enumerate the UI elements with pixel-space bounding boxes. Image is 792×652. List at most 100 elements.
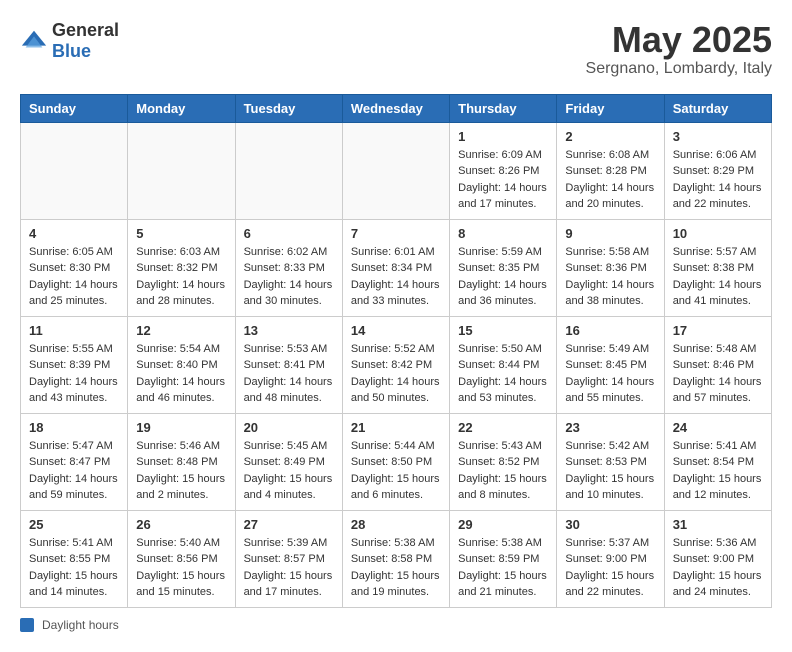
calendar-title: May 2025 (586, 20, 772, 60)
calendar-cell: 19 Sunrise: 5:46 AMSunset: 8:48 PMDayligh… (128, 413, 235, 510)
calendar-cell: 24 Sunrise: 5:41 AMSunset: 8:54 PMDayligh… (664, 413, 771, 510)
day-number: 27 (244, 517, 334, 532)
day-info: Sunrise: 6:05 AMSunset: 8:30 PMDaylight:… (29, 244, 119, 310)
day-number: 8 (458, 226, 548, 241)
day-number: 28 (351, 517, 441, 532)
calendar-cell: 22 Sunrise: 5:43 AMSunset: 8:52 PMDayligh… (450, 413, 557, 510)
calendar-location: Sergnano, Lombardy, Italy (586, 60, 772, 78)
calendar-cell: 5Sunrise: 6:03 AMSunset: 8:32 PMDaylight… (128, 219, 235, 316)
calendar-cell: 13 Sunrise: 5:53 AMSunset: 8:41 PMDayligh… (235, 316, 342, 413)
day-number: 7 (351, 226, 441, 241)
calendar-week-1: 1Sunrise: 6:09 AMSunset: 8:26 PMDaylight… (21, 122, 772, 219)
day-number: 3 (673, 129, 763, 144)
day-info: Sunrise: 5:50 AMSunset: 8:44 PMDaylight:… (458, 341, 548, 407)
day-info: Sunrise: 6:08 AMSunset: 8:28 PMDaylight:… (565, 147, 655, 213)
day-number: 29 (458, 517, 548, 532)
calendar-cell (128, 122, 235, 219)
day-info: Sunrise: 5:46 AMSunset: 8:48 PMDaylight:… (136, 438, 226, 504)
calendar-cell: 17 Sunrise: 5:48 AMSunset: 8:46 PMDayligh… (664, 316, 771, 413)
day-number: 11 (29, 323, 119, 338)
page-header: General Blue May 2025 Sergnano, Lombardy… (20, 20, 772, 78)
day-info: Sunrise: 5:43 AMSunset: 8:52 PMDaylight:… (458, 438, 548, 504)
calendar-week-2: 4Sunrise: 6:05 AMSunset: 8:30 PMDaylight… (21, 219, 772, 316)
calendar-cell: 10 Sunrise: 5:57 AMSunset: 8:38 PMDayligh… (664, 219, 771, 316)
weekday-header-monday: Monday (128, 94, 235, 122)
footer-label: Daylight hours (42, 618, 119, 632)
day-number: 9 (565, 226, 655, 241)
calendar-cell (235, 122, 342, 219)
day-number: 18 (29, 420, 119, 435)
day-info: Sunrise: 5:37 AMSunset: 9:00 PMDaylight:… (565, 535, 655, 601)
day-number: 22 (458, 420, 548, 435)
calendar-cell: 23 Sunrise: 5:42 AMSunset: 8:53 PMDayligh… (557, 413, 664, 510)
day-info: Sunrise: 5:57 AMSunset: 8:38 PMDaylight:… (673, 244, 763, 310)
calendar-cell: 16 Sunrise: 5:49 AMSunset: 8:45 PMDayligh… (557, 316, 664, 413)
day-number: 24 (673, 420, 763, 435)
day-info: Sunrise: 6:02 AMSunset: 8:33 PMDaylight:… (244, 244, 334, 310)
calendar-cell: 2 Sunrise: 6:08 AMSunset: 8:28 PMDaylight… (557, 122, 664, 219)
logo-blue: Blue (52, 41, 91, 61)
calendar-cell: 11 Sunrise: 5:55 AMSunset: 8:39 PMDayligh… (21, 316, 128, 413)
calendar-cell: 1Sunrise: 6:09 AMSunset: 8:26 PMDaylight… (450, 122, 557, 219)
day-number: 25 (29, 517, 119, 532)
calendar-cell: 21 Sunrise: 5:44 AMSunset: 8:50 PMDayligh… (342, 413, 449, 510)
calendar-cell: 12Sunrise: 5:54 AMSunset: 8:40 PMDayligh… (128, 316, 235, 413)
day-number: 21 (351, 420, 441, 435)
day-number: 14 (351, 323, 441, 338)
day-number: 13 (244, 323, 334, 338)
calendar-cell (342, 122, 449, 219)
weekday-header-thursday: Thursday (450, 94, 557, 122)
logo: General Blue (20, 20, 119, 62)
calendar-cell: 3Sunrise: 6:06 AMSunset: 8:29 PMDaylight… (664, 122, 771, 219)
day-info: Sunrise: 5:55 AMSunset: 8:39 PMDaylight:… (29, 341, 119, 407)
day-info: Sunrise: 5:38 AMSunset: 8:59 PMDaylight:… (458, 535, 548, 601)
day-number: 16 (565, 323, 655, 338)
calendar-cell: 30Sunrise: 5:37 AMSunset: 9:00 PMDayligh… (557, 510, 664, 607)
logo-general: General (52, 20, 119, 40)
logo-text: General Blue (52, 20, 119, 62)
day-number: 15 (458, 323, 548, 338)
day-number: 2 (565, 129, 655, 144)
calendar-cell: 14Sunrise: 5:52 AMSunset: 8:42 PMDayligh… (342, 316, 449, 413)
logo-icon (20, 27, 48, 55)
calendar-week-3: 11 Sunrise: 5:55 AMSunset: 8:39 PMDayligh… (21, 316, 772, 413)
day-info: Sunrise: 5:41 AMSunset: 8:54 PMDaylight:… (673, 438, 763, 504)
day-number: 26 (136, 517, 226, 532)
calendar-cell: 28 Sunrise: 5:38 AMSunset: 8:58 PMDayligh… (342, 510, 449, 607)
weekday-header-saturday: Saturday (664, 94, 771, 122)
calendar-cell: 15 Sunrise: 5:50 AMSunset: 8:44 PMDayligh… (450, 316, 557, 413)
day-info: Sunrise: 5:36 AMSunset: 9:00 PMDaylight:… (673, 535, 763, 601)
weekday-header-friday: Friday (557, 94, 664, 122)
calendar-week-4: 18Sunrise: 5:47 AMSunset: 8:47 PMDayligh… (21, 413, 772, 510)
weekday-header-row: SundayMondayTuesdayWednesdayThursdayFrid… (21, 94, 772, 122)
day-number: 19 (136, 420, 226, 435)
day-info: Sunrise: 6:01 AMSunset: 8:34 PMDaylight:… (351, 244, 441, 310)
footer-dot-icon (20, 618, 34, 632)
calendar-cell: 25 Sunrise: 5:41 AMSunset: 8:55 PMDayligh… (21, 510, 128, 607)
calendar-cell: 4Sunrise: 6:05 AMSunset: 8:30 PMDaylight… (21, 219, 128, 316)
calendar-cell: 6Sunrise: 6:02 AMSunset: 8:33 PMDaylight… (235, 219, 342, 316)
day-number: 1 (458, 129, 548, 144)
day-number: 5 (136, 226, 226, 241)
day-info: Sunrise: 5:39 AMSunset: 8:57 PMDaylight:… (244, 535, 334, 601)
calendar-cell: 31Sunrise: 5:36 AMSunset: 9:00 PMDayligh… (664, 510, 771, 607)
day-info: Sunrise: 5:42 AMSunset: 8:53 PMDaylight:… (565, 438, 655, 504)
day-info: Sunrise: 5:49 AMSunset: 8:45 PMDaylight:… (565, 341, 655, 407)
day-number: 10 (673, 226, 763, 241)
day-number: 12 (136, 323, 226, 338)
calendar-footer: Daylight hours (20, 618, 772, 632)
day-info: Sunrise: 5:53 AMSunset: 8:41 PMDaylight:… (244, 341, 334, 407)
calendar-table: SundayMondayTuesdayWednesdayThursdayFrid… (20, 94, 772, 608)
calendar-cell: 26Sunrise: 5:40 AMSunset: 8:56 PMDayligh… (128, 510, 235, 607)
day-number: 20 (244, 420, 334, 435)
day-info: Sunrise: 5:38 AMSunset: 8:58 PMDaylight:… (351, 535, 441, 601)
day-info: Sunrise: 5:44 AMSunset: 8:50 PMDaylight:… (351, 438, 441, 504)
day-number: 23 (565, 420, 655, 435)
day-number: 17 (673, 323, 763, 338)
day-info: Sunrise: 5:41 AMSunset: 8:55 PMDaylight:… (29, 535, 119, 601)
calendar-cell: 18Sunrise: 5:47 AMSunset: 8:47 PMDayligh… (21, 413, 128, 510)
day-info: Sunrise: 5:48 AMSunset: 8:46 PMDaylight:… (673, 341, 763, 407)
calendar-cell: 29 Sunrise: 5:38 AMSunset: 8:59 PMDayligh… (450, 510, 557, 607)
calendar-cell: 9Sunrise: 5:58 AMSunset: 8:36 PMDaylight… (557, 219, 664, 316)
calendar-cell: 8Sunrise: 5:59 AMSunset: 8:35 PMDaylight… (450, 219, 557, 316)
